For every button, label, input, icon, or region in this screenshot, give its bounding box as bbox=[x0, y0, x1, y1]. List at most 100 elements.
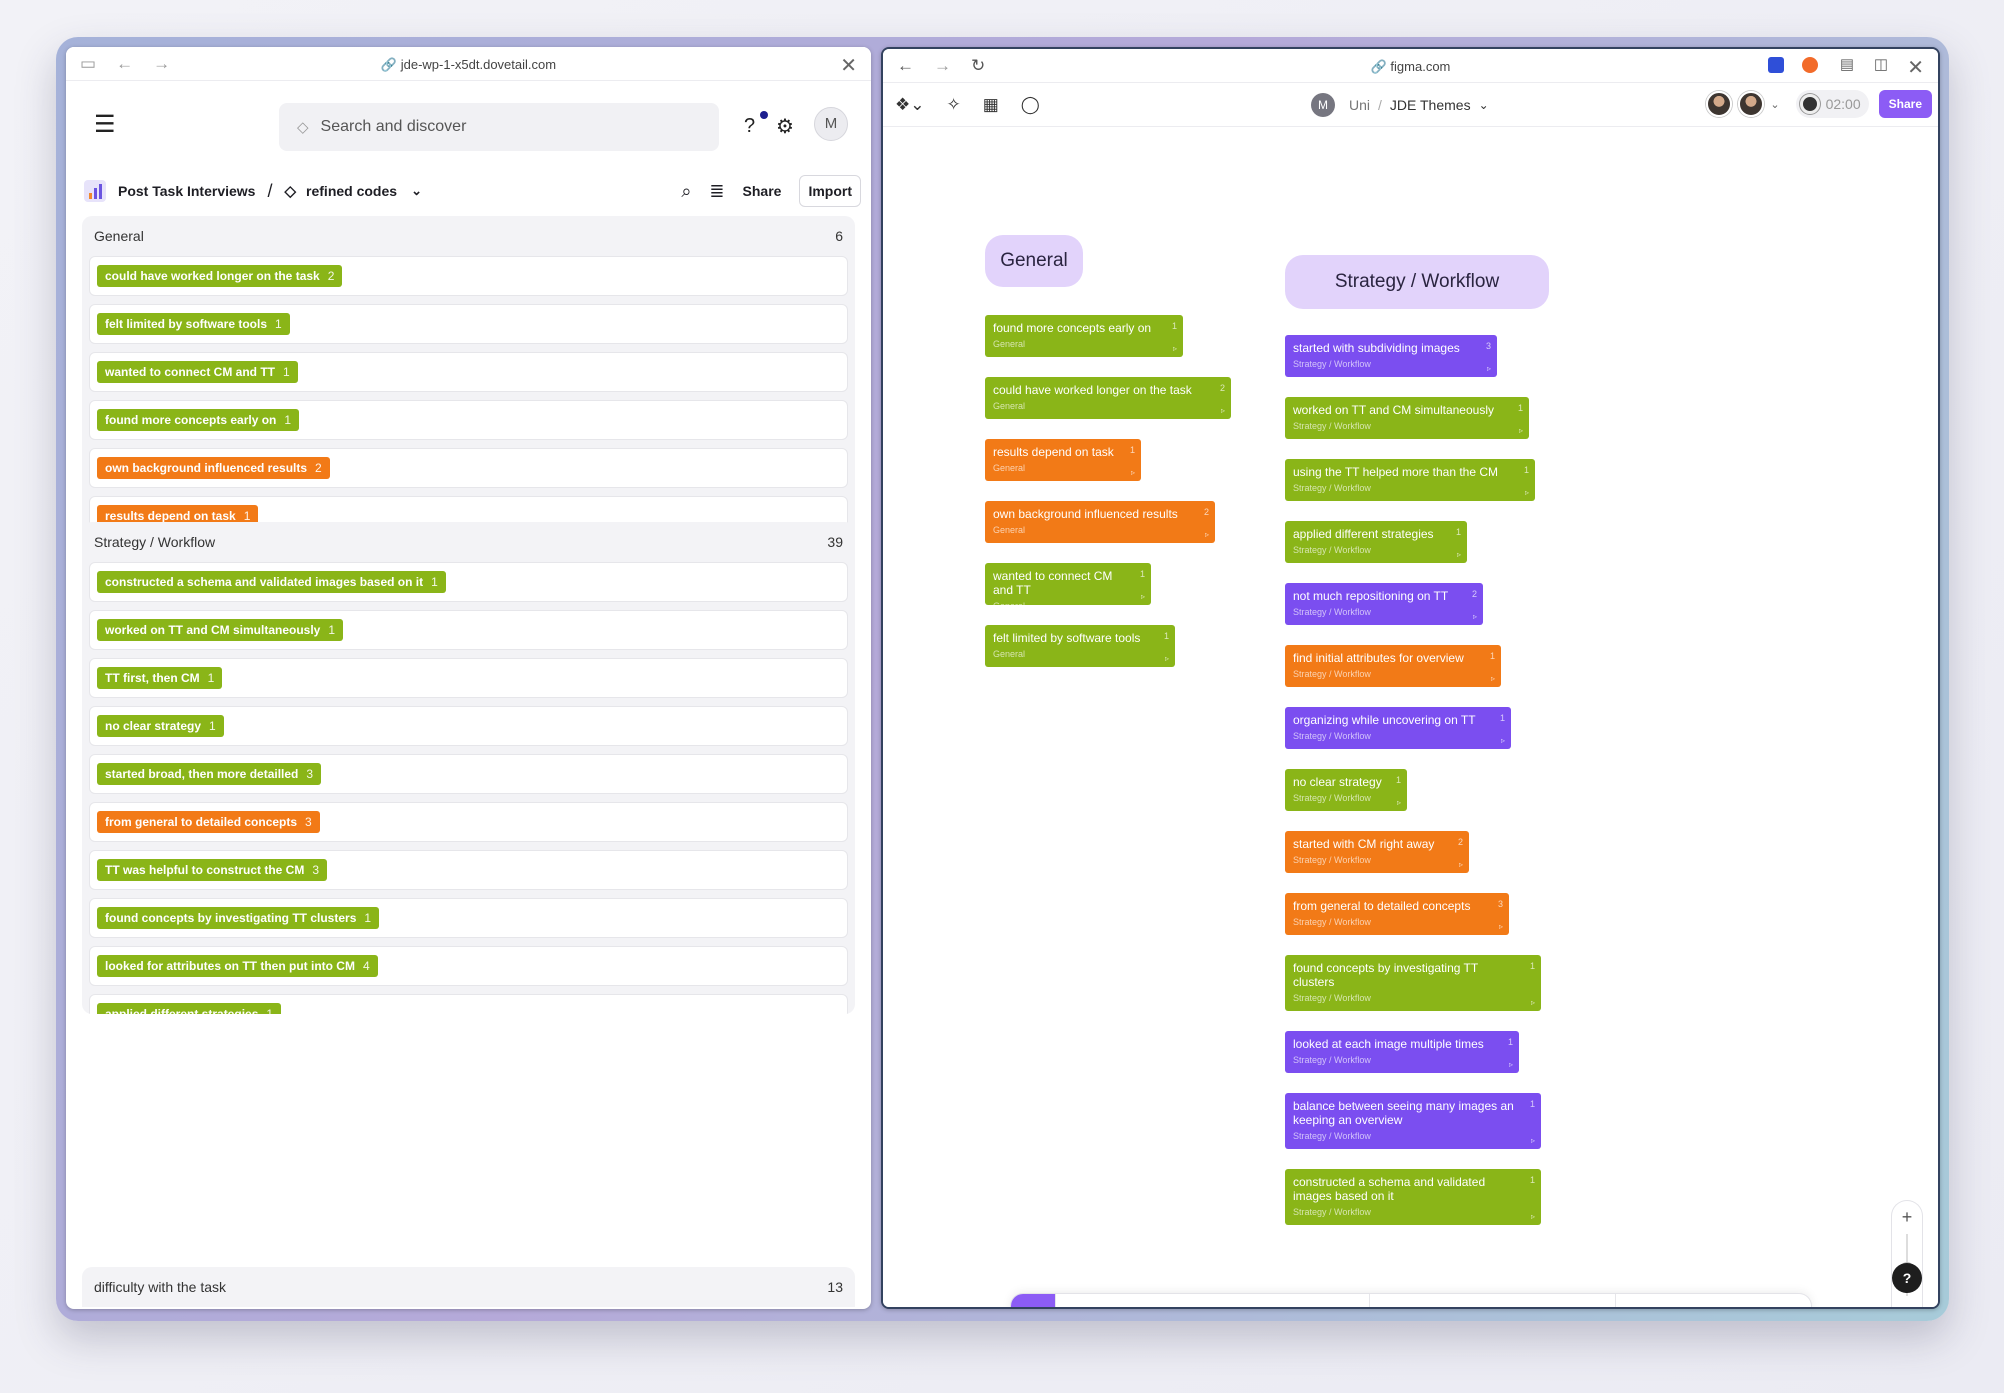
tag-row[interactable]: applied different strategies 1 bbox=[89, 994, 848, 1014]
expand-icon[interactable]: ▹ bbox=[1501, 736, 1505, 745]
collaborator-avatar[interactable] bbox=[1738, 91, 1765, 117]
tag-chip[interactable]: own background influenced results 2 bbox=[97, 457, 330, 479]
sticky-note[interactable]: not much repositioning on TT Strategy / W… bbox=[1285, 583, 1483, 625]
back-arrow-icon[interactable]: ← bbox=[116, 54, 133, 74]
group-header[interactable]: General 6 bbox=[82, 216, 855, 256]
tag-chip[interactable]: TT first, then CM 1 bbox=[97, 667, 223, 689]
extension-icon[interactable] bbox=[1768, 57, 1784, 73]
figma-menu-icon[interactable]: ❖⌄ bbox=[895, 95, 924, 115]
timer[interactable]: 02:00 bbox=[1795, 90, 1869, 118]
sticky-note[interactable]: started with subdividing images Strategy … bbox=[1285, 335, 1497, 377]
expand-icon[interactable]: ▹ bbox=[1459, 860, 1463, 869]
tag-chip[interactable]: looked for attributes on TT then put int… bbox=[97, 955, 378, 977]
expand-icon[interactable]: ▹ bbox=[1473, 612, 1477, 621]
sticky-note[interactable]: constructed a schema and validated image… bbox=[1285, 1169, 1541, 1225]
expand-icon[interactable]: ▹ bbox=[1531, 1136, 1535, 1145]
expand-icon[interactable]: ▹ bbox=[1531, 1212, 1535, 1221]
expand-icon[interactable]: ▹ bbox=[1519, 426, 1523, 435]
sticky-note[interactable]: balance between seeing many images an ke… bbox=[1285, 1093, 1541, 1149]
tag-row[interactable]: TT was helpful to construct the CM 3 bbox=[89, 850, 848, 890]
share-button[interactable]: Share bbox=[743, 183, 782, 199]
tag-chip[interactable]: started broad, then more detailled 3 bbox=[97, 763, 322, 785]
tag-row[interactable]: worked on TT and CM simultaneously 1 bbox=[89, 610, 848, 650]
expand-icon[interactable]: ▹ bbox=[1131, 468, 1135, 477]
section-label[interactable]: Strategy / Workflow bbox=[1285, 255, 1549, 309]
expand-icon[interactable]: ▹ bbox=[1487, 364, 1491, 373]
tag-chip[interactable]: wanted to connect CM and TT 1 bbox=[97, 361, 298, 383]
expand-icon[interactable]: ▹ bbox=[1205, 530, 1209, 539]
expand-icon[interactable]: ▹ bbox=[1397, 798, 1401, 807]
tag-chip[interactable]: no clear strategy 1 bbox=[97, 715, 224, 737]
search-input[interactable]: ◇ Search and discover bbox=[279, 103, 719, 151]
collaborator-avatar[interactable] bbox=[1706, 91, 1733, 117]
search-icon[interactable]: ⌕ bbox=[681, 181, 691, 202]
sticky-note[interactable]: found concepts by investigating TT clust… bbox=[1285, 955, 1541, 1011]
sticky-note[interactable]: found more concepts early on General 1 ▹ bbox=[985, 315, 1183, 357]
tag-row[interactable]: TT first, then CM 1 bbox=[89, 658, 848, 698]
section-label[interactable]: General bbox=[985, 235, 1083, 287]
sticky-note[interactable]: could have worked longer on the task Gene… bbox=[985, 377, 1231, 419]
tag-row[interactable]: felt limited by software tools 1 bbox=[89, 304, 848, 344]
tag-row[interactable]: found more concepts early on 1 bbox=[89, 400, 848, 440]
sticky-note[interactable]: organizing while uncovering on TT Strateg… bbox=[1285, 707, 1511, 749]
chevron-down-icon[interactable]: ⌄ bbox=[1770, 98, 1779, 111]
tag-chip[interactable]: from general to detailed concepts 3 bbox=[97, 811, 320, 833]
expand-icon[interactable]: ▹ bbox=[1173, 344, 1177, 353]
tag-row[interactable]: wanted to connect CM and TT 1 bbox=[89, 352, 848, 392]
close-icon[interactable]: ✕ bbox=[840, 53, 857, 78]
sticky-note[interactable]: looked at each image multiple times Strat… bbox=[1285, 1031, 1519, 1073]
tag-chip[interactable]: found more concepts early on 1 bbox=[97, 409, 300, 431]
share-button[interactable]: Share bbox=[1878, 90, 1932, 118]
sticky-note[interactable]: results depend on task General 1 ▹ bbox=[985, 439, 1141, 481]
chevron-down-icon[interactable]: ⌄ bbox=[411, 183, 422, 199]
expand-icon[interactable]: ▹ bbox=[1499, 922, 1503, 931]
sticky-note[interactable]: felt limited by software tools General 1 ▹ bbox=[985, 625, 1175, 667]
hamburger-icon[interactable]: ☰ bbox=[94, 110, 116, 139]
sticky-note[interactable]: wanted to connect CM and TT General 1 ▹ bbox=[985, 563, 1151, 611]
tag-row[interactable]: own background influenced results 2 bbox=[89, 448, 848, 488]
comment-icon[interactable]: ◯ bbox=[1021, 95, 1040, 115]
sticky-note[interactable]: own background influenced results General… bbox=[985, 501, 1215, 543]
split-view-icon[interactable]: ◫ bbox=[1874, 55, 1888, 73]
sticky-note[interactable]: from general to detailed concepts Strateg… bbox=[1285, 893, 1509, 935]
address-bar[interactable]: 🔗 jde-wp-1-x5dt.dovetail.com bbox=[66, 57, 871, 73]
sidebar-toggle-icon[interactable]: ▭ bbox=[80, 54, 96, 74]
tag-group-header[interactable]: difficulty with the task 13 bbox=[82, 1267, 855, 1307]
tag-chip[interactable]: TT was helpful to construct the CM 3 bbox=[97, 859, 328, 881]
file-name[interactable]: JDE Themes bbox=[1390, 97, 1471, 113]
tag-row[interactable]: no clear strategy 1 bbox=[89, 706, 848, 746]
tag-row[interactable]: from general to detailed concepts 3 bbox=[89, 802, 848, 842]
tag-chip[interactable]: constructed a schema and validated image… bbox=[97, 571, 446, 593]
forward-arrow-icon[interactable]: → bbox=[934, 56, 951, 76]
forward-arrow-icon[interactable]: → bbox=[153, 54, 170, 74]
ai-sparkle-icon[interactable]: ✧ bbox=[946, 95, 960, 115]
avatar[interactable]: M bbox=[814, 107, 848, 141]
extension-icon[interactable] bbox=[1802, 57, 1818, 73]
reader-icon[interactable]: ▤ bbox=[1840, 55, 1854, 73]
sticky-note[interactable]: find initial attributes for overview Stra… bbox=[1285, 645, 1501, 687]
back-arrow-icon[interactable]: ← bbox=[897, 56, 914, 76]
expand-icon[interactable]: ▹ bbox=[1509, 1060, 1513, 1069]
pen-icon[interactable] bbox=[1075, 1308, 1119, 1309]
tag-chip[interactable]: applied different strategies 1 bbox=[97, 1003, 282, 1014]
sticky-note[interactable]: applied different strategies Strategy / W… bbox=[1285, 521, 1467, 563]
project-link[interactable]: Post Task Interviews bbox=[118, 183, 255, 199]
expand-icon[interactable]: ▹ bbox=[1165, 654, 1169, 663]
zoom-out-button[interactable]: − bbox=[1902, 1302, 1913, 1307]
expand-icon[interactable]: ▹ bbox=[1141, 592, 1145, 601]
list-view-icon[interactable]: ≣ bbox=[709, 181, 724, 202]
tag-row[interactable]: could have worked longer on the task 2 bbox=[89, 256, 848, 296]
team-name[interactable]: Uni bbox=[1349, 97, 1370, 113]
layout-icon[interactable]: ▦ bbox=[983, 95, 999, 115]
sticky-note[interactable]: started with CM right away Strategy / Wor… bbox=[1285, 831, 1469, 873]
help-button[interactable]: ? bbox=[1892, 1263, 1922, 1293]
settings-gear-icon[interactable]: ⚙ bbox=[776, 114, 794, 139]
widgets-icon[interactable] bbox=[1627, 1302, 1737, 1309]
board-title[interactable]: refined codes bbox=[306, 183, 397, 199]
expand-icon[interactable]: ▹ bbox=[1221, 406, 1225, 415]
reload-icon[interactable]: ↻ bbox=[971, 56, 985, 76]
tag-chip[interactable]: found concepts by investigating TT clust… bbox=[97, 907, 380, 929]
expand-icon[interactable]: ▹ bbox=[1491, 674, 1495, 683]
shapes-icon[interactable] bbox=[1267, 1308, 1347, 1309]
chevron-down-icon[interactable]: ⌄ bbox=[1479, 98, 1489, 112]
